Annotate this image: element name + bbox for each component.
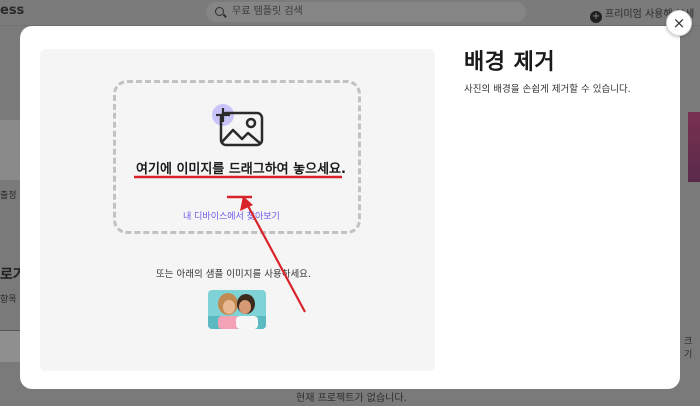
empty-projects-text: 현재 프로젝트가 없습니다.	[296, 393, 407, 404]
image-dropzone[interactable]: 여기에 이미지를 드래그하여 놓으세요. 내 디바이스에서 찾아보기	[113, 80, 361, 234]
background-thumbnail	[0, 330, 20, 362]
background-topbar: ess 무료 템플릿 검색 + 프리미엄 사용해 보세	[0, 0, 700, 26]
sample-photo-icon	[208, 290, 266, 329]
add-image-icon	[212, 104, 264, 147]
background-text: 출정	[0, 191, 17, 201]
upload-panel: 여기에 이미지를 드래그하여 놓으세요. 내 디바이스에서 찾아보기 또는 아래…	[40, 49, 435, 371]
sample-image-text: 또는 아래의 샘플 이미지를 사용하세요.	[156, 269, 311, 280]
plus-icon: +	[590, 11, 602, 23]
modal-title: 배경 제거	[464, 50, 556, 75]
browse-device-link[interactable]: 내 디바이스에서 찾아보기	[183, 209, 280, 222]
background-card	[0, 120, 20, 180]
app-logo: ess	[0, 3, 25, 18]
dropzone-title: 여기에 이미지를 드래그하여 놓으세요.	[136, 162, 346, 177]
remove-background-modal: 여기에 이미지를 드래그하여 놓으세요. 내 디바이스에서 찾아보기 또는 아래…	[20, 26, 680, 389]
search-icon	[215, 7, 224, 16]
background-text: 크기	[684, 337, 693, 360]
template-search-input[interactable]: 무료 템플릿 검색	[206, 2, 526, 22]
background-text: 항목	[0, 295, 17, 305]
modal-description: 사진의 배경을 손쉽게 제거할 수 있습니다.	[464, 84, 631, 95]
close-button[interactable]: ×	[666, 10, 692, 36]
search-placeholder: 무료 템플릿 검색	[232, 6, 303, 17]
background-thumbnail	[688, 112, 700, 182]
sample-image[interactable]	[208, 290, 266, 329]
